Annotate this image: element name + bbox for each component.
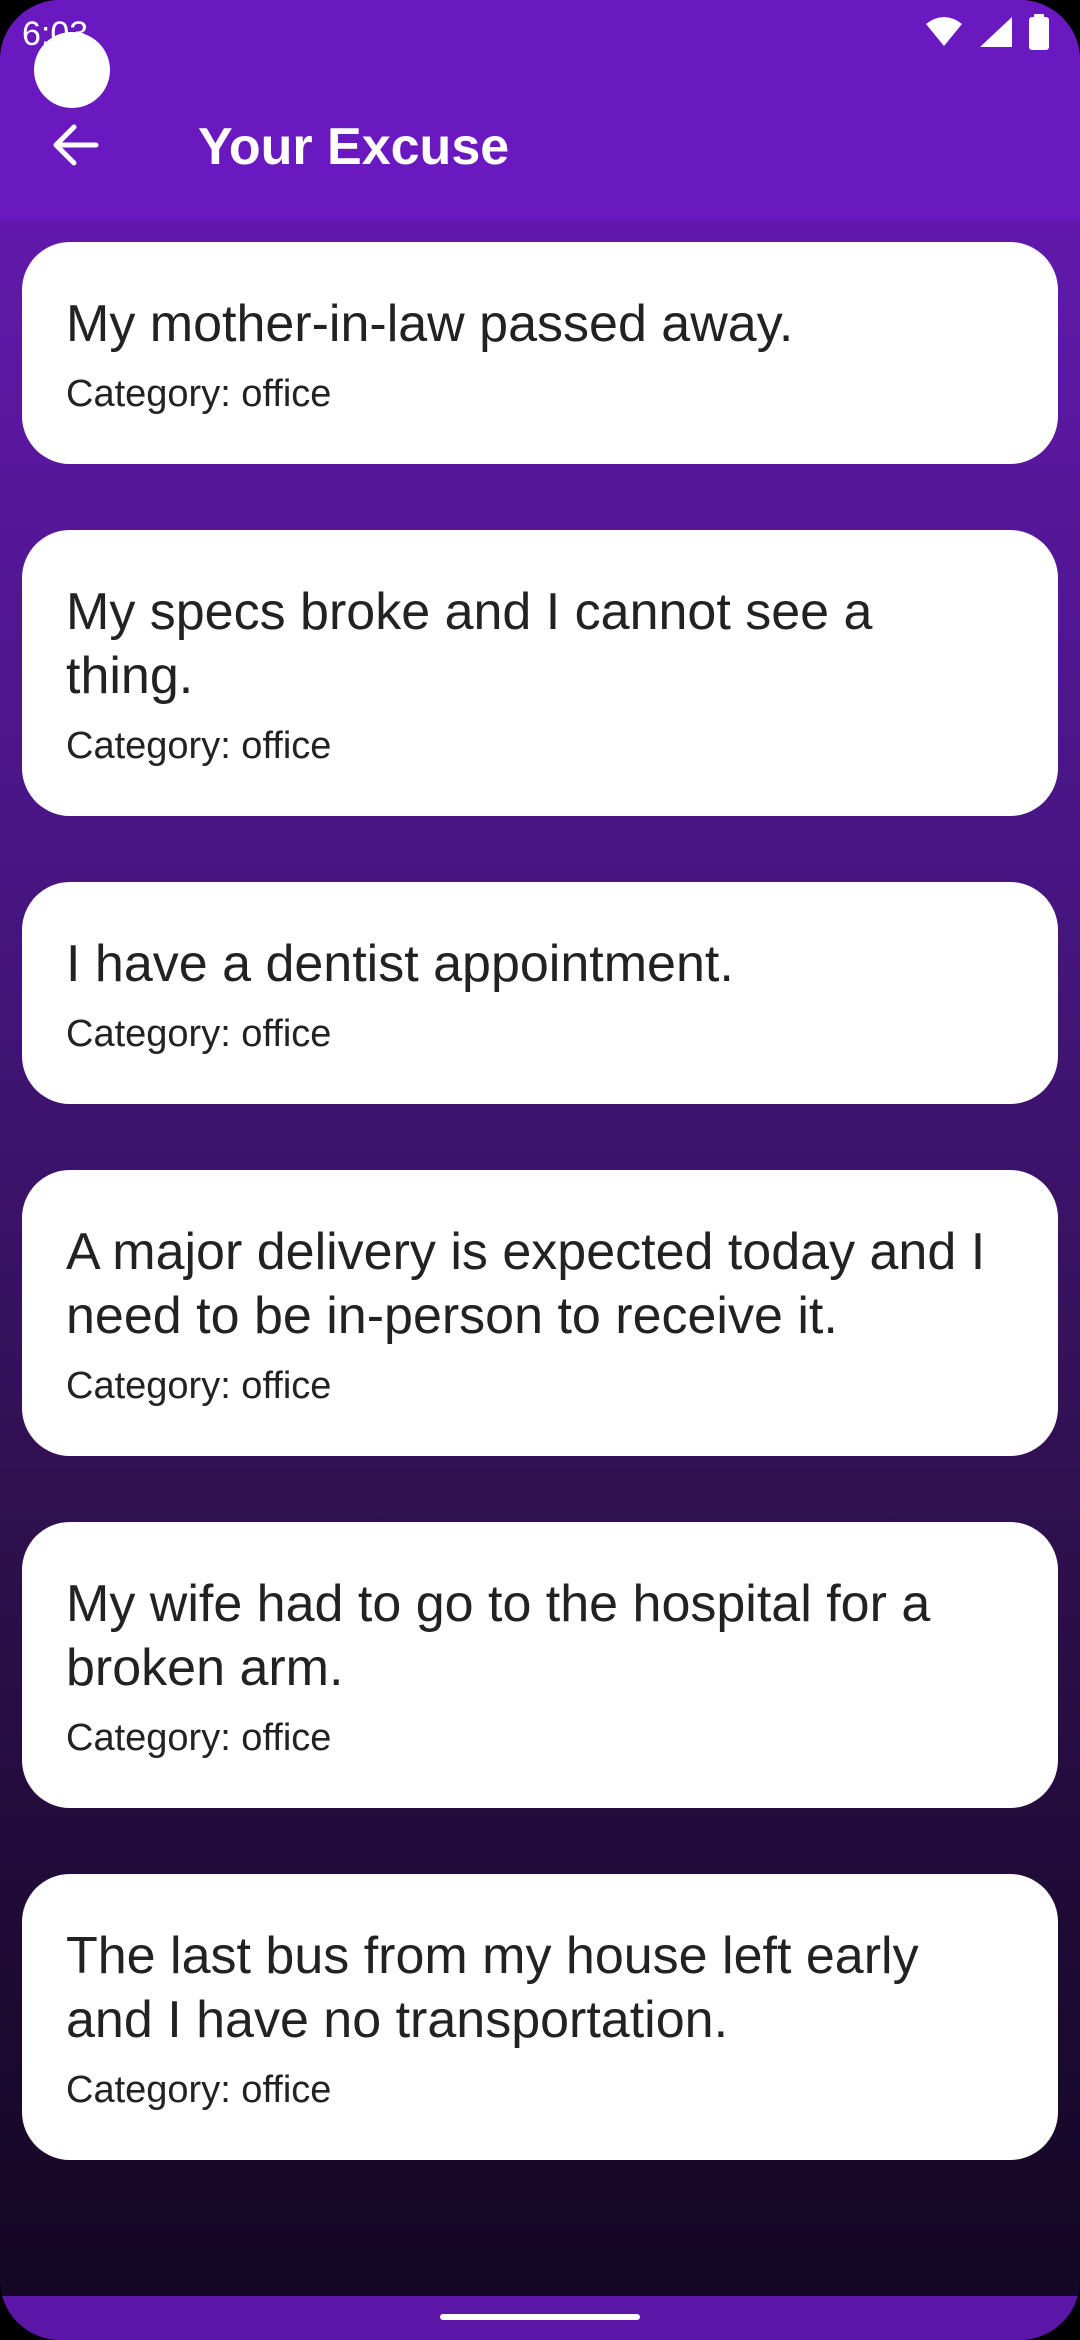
battery-icon: [1028, 14, 1050, 55]
excuse-text: I have a dentist appointment.: [66, 935, 734, 993]
excuse-card[interactable]: My specs broke and I cannot see a thing.…: [22, 530, 1058, 816]
excuse-card[interactable]: The last bus from my house left early an…: [22, 1874, 1058, 2160]
app-screen: 6:03 Your Excuse My mother-in-law passed…: [0, 0, 1080, 2340]
status-icons: [924, 14, 1050, 55]
excuse-card[interactable]: My mother-in-law passed away. Category: …: [22, 242, 1058, 464]
excuse-category: Category: office: [66, 1365, 332, 1407]
excuse-card[interactable]: My wife had to go to the hospital for a …: [22, 1522, 1058, 1808]
camera-cutout: [34, 32, 110, 108]
home-gesture-handle[interactable]: [440, 2314, 640, 2320]
excuse-category: Category: office: [66, 1717, 332, 1759]
arrow-back-icon: [50, 123, 100, 172]
page-title: Your Excuse: [198, 118, 510, 176]
cell-signal-icon: [978, 15, 1014, 54]
excuse-list: My mother-in-law passed away. Category: …: [22, 242, 1058, 2226]
excuse-category: Category: office: [66, 725, 332, 767]
back-button[interactable]: [40, 112, 110, 182]
wifi-icon: [924, 16, 964, 53]
excuse-text: The last bus from my house left early an…: [66, 1927, 919, 2049]
excuse-card[interactable]: I have a dentist appointment. Category: …: [22, 882, 1058, 1104]
excuse-text: A major delivery is expected today and I…: [66, 1223, 986, 1345]
excuse-category: Category: office: [66, 2069, 332, 2111]
excuse-category: Category: office: [66, 1013, 332, 1055]
excuse-text: My specs broke and I cannot see a thing.: [66, 583, 873, 705]
excuse-card[interactable]: A major delivery is expected today and I…: [22, 1170, 1058, 1456]
excuse-category: Category: office: [66, 373, 332, 415]
app-bar: 6:03 Your Excuse: [0, 0, 1080, 220]
excuse-text: My mother-in-law passed away.: [66, 295, 794, 353]
excuse-text: My wife had to go to the hospital for a …: [66, 1575, 931, 1697]
